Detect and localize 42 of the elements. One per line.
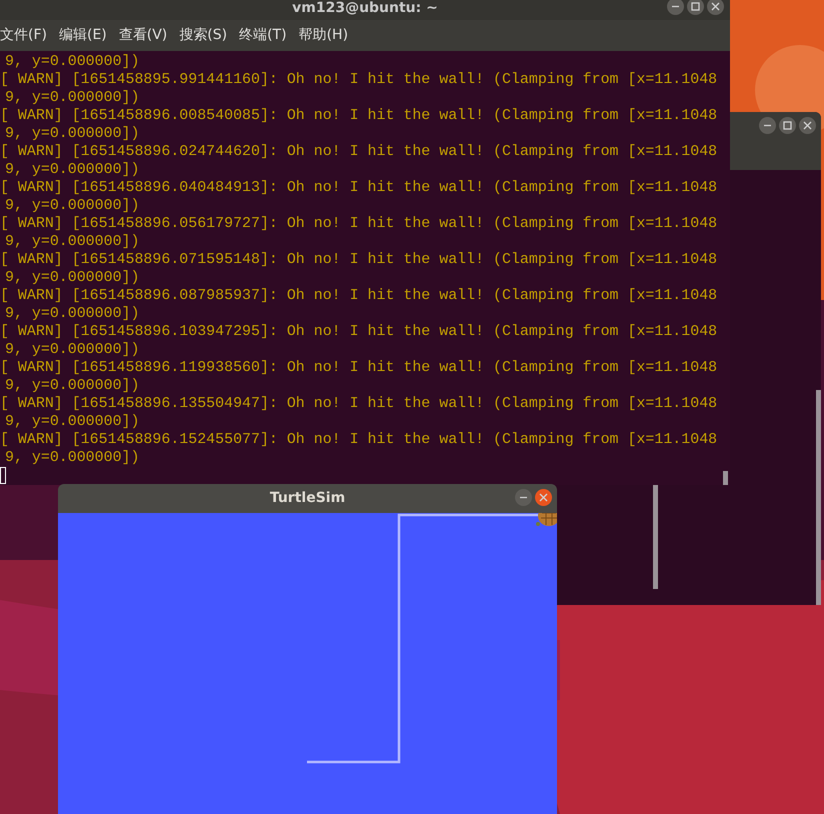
log-line: 9, y=0.000000]) xyxy=(4,161,140,179)
log-line: [ WARN] [1651458895.991441160]: Oh no! I hit the wall! (Clamping from [x=11.1048 xyxy=(0,71,718,89)
menu-item[interactable]: 编辑(E) xyxy=(58,25,107,46)
log-line: 9, y=0.000000]) xyxy=(4,125,140,143)
log-line: [ WARN] [1651458896.119938560]: Oh no! I hit the wall! (Clamping from [x=11.1048 xyxy=(0,359,718,377)
maximize-icon[interactable] xyxy=(687,0,704,15)
minimize-icon[interactable] xyxy=(759,117,776,134)
menu-item[interactable]: 帮助(H) xyxy=(298,25,348,46)
log-line: [ WARN] [1651458896.040484913]: Oh no! I hit the wall! (Clamping from [x=11.1048 xyxy=(0,179,718,197)
log-line: 9, y=0.000000]) xyxy=(4,341,140,359)
log-line: 9, y=0.000000]) xyxy=(4,305,140,323)
turtle-icon xyxy=(536,513,557,527)
log-line: 9, y=0.000000]) xyxy=(4,89,140,107)
text-cursor xyxy=(0,467,6,484)
close-icon[interactable] xyxy=(707,0,724,15)
minimize-icon[interactable] xyxy=(515,489,532,506)
log-line: [ WARN] [1651458896.103947295]: Oh no! I hit the wall! (Clamping from [x=11.1048 xyxy=(0,323,718,341)
menu-item[interactable]: 文件(F) xyxy=(0,25,47,46)
scrollbar xyxy=(723,471,728,485)
menu-item[interactable]: 查看(V) xyxy=(118,25,168,46)
log-line: 9, y=0.000000]) xyxy=(4,449,140,467)
log-line: 9, y=0.000000]) xyxy=(4,197,140,215)
window-title: vm123@ubuntu: ~ xyxy=(292,1,438,15)
log-line: 9, y=0.000000]) xyxy=(4,377,140,395)
close-icon[interactable] xyxy=(799,117,816,134)
minimize-icon[interactable] xyxy=(667,0,684,15)
window-title: TurtleSim xyxy=(270,489,346,508)
log-line: [ WARN] [1651458896.135504947]: Oh no! I hit the wall! (Clamping from [x=11.1048 xyxy=(0,395,718,413)
log-line: [ WARN] [1651458896.152455077]: Oh no! I hit the wall! (Clamping from [x=11.1048 xyxy=(0,431,718,449)
log-line: 9, y=0.000000]) xyxy=(4,233,140,251)
log-line: [ WARN] [1651458896.087985937]: Oh no! I hit the wall! (Clamping from [x=11.1048 xyxy=(0,287,718,305)
log-line: [ WARN] [1651458896.056179727]: Oh no! I hit the wall! (Clamping from [x=11.1048 xyxy=(0,215,718,233)
log-line: 9, y=0.000000]) xyxy=(4,269,140,287)
maximize-icon[interactable] xyxy=(779,117,796,134)
log-line: 9, y=0.000000]) xyxy=(4,413,140,431)
close-icon[interactable] xyxy=(535,489,552,506)
log-line: [ WARN] [1651458896.008540085]: Oh no! I hit the wall! (Clamping from [x=11.1048 xyxy=(0,107,718,125)
log-line: 9, y=0.000000]) xyxy=(4,53,140,71)
log-line: [ WARN] [1651458896.024744620]: Oh no! I hit the wall! (Clamping from [x=11.1048 xyxy=(0,143,718,161)
menu-item[interactable]: 搜索(S) xyxy=(179,25,228,46)
menu-item[interactable]: 终端(T) xyxy=(239,25,287,46)
log-line: [ WARN] [1651458896.071595148]: Oh no! I hit the wall! (Clamping from [x=11.1048 xyxy=(0,251,718,269)
